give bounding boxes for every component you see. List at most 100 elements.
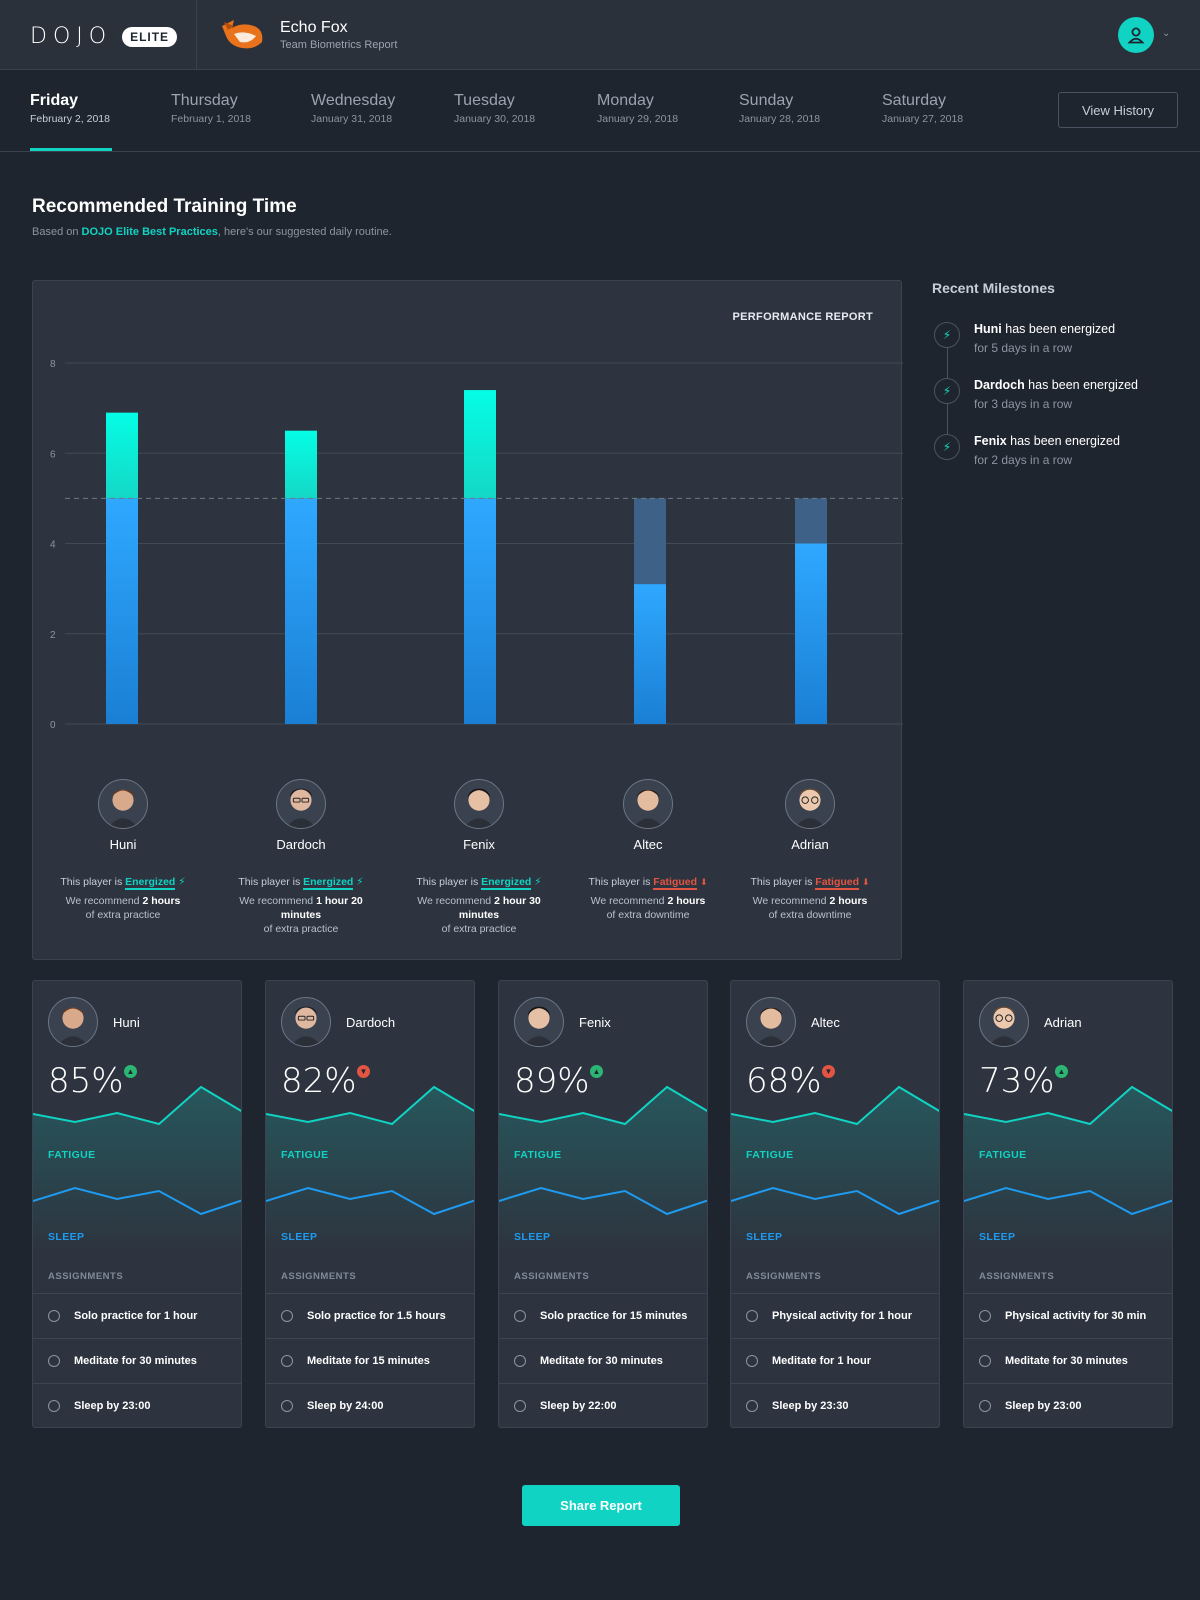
checkbox[interactable] xyxy=(48,1355,60,1367)
user-avatar[interactable] xyxy=(1118,17,1154,53)
view-history-button[interactable]: View History xyxy=(1058,92,1178,128)
player-avatar[interactable] xyxy=(623,779,673,829)
status-state: Energized xyxy=(125,876,176,890)
checkbox[interactable] xyxy=(979,1310,991,1322)
player-name: Dardoch xyxy=(346,1015,396,1030)
player-name: Huni xyxy=(113,1015,140,1030)
active-tab-indicator xyxy=(30,148,112,151)
player-status: This player is Energized ⚡ xyxy=(399,876,559,890)
player-status: This player is Fatigued ⬇ xyxy=(568,876,728,890)
assignment-item[interactable]: Sleep by 23:00 xyxy=(964,1383,1172,1427)
assignment-item[interactable]: Sleep by 24:00 xyxy=(266,1383,474,1427)
avatar-icon xyxy=(57,1007,89,1046)
fatigue-label: FATIGUE xyxy=(48,1149,96,1161)
avatar-icon xyxy=(988,1006,1020,1046)
tab-wednesday[interactable]: Wednesday January 31, 2018 xyxy=(311,92,395,125)
subtitle-suffix: , here's our suggested daily routine. xyxy=(217,226,392,238)
assignment-item[interactable]: Solo practice for 1.5 hours xyxy=(266,1293,474,1338)
checkbox[interactable] xyxy=(979,1355,991,1367)
status-prefix: This player is xyxy=(416,876,482,888)
checkbox[interactable] xyxy=(746,1310,758,1322)
tab-friday[interactable]: Friday February 2, 2018 xyxy=(30,92,110,125)
dojo-logo[interactable]: DOJO ELITE xyxy=(30,24,178,49)
player-avatar[interactable] xyxy=(281,997,331,1047)
player-column: Huni This player is Energized ⚡ We recom… xyxy=(43,779,203,922)
tab-day-name: Tuesday xyxy=(454,92,515,109)
tab-day-name: Friday xyxy=(30,92,79,109)
player-name: Dardoch xyxy=(276,837,326,852)
assignment-item[interactable]: Meditate for 30 minutes xyxy=(499,1338,707,1383)
player-avatar[interactable] xyxy=(48,997,98,1047)
milestone-text: Fenix has been energized xyxy=(974,434,1182,448)
player-avatar[interactable] xyxy=(979,997,1029,1047)
share-report-button[interactable]: Share Report xyxy=(522,1485,680,1526)
checkbox[interactable] xyxy=(979,1400,991,1412)
tab-day-name: Monday xyxy=(597,92,654,109)
assignments-label: ASSIGNMENTS xyxy=(514,1271,590,1282)
assignment-label: Solo practice for 1 hour xyxy=(74,1310,198,1322)
assignment-item[interactable]: Meditate for 1 hour xyxy=(731,1338,939,1383)
player-avatar[interactable] xyxy=(276,779,326,829)
tab-monday[interactable]: Monday January 29, 2018 xyxy=(597,92,678,125)
tab-tuesday[interactable]: Tuesday January 30, 2018 xyxy=(454,92,535,125)
assignment-label: Meditate for 30 minutes xyxy=(540,1355,663,1367)
assignments-label: ASSIGNMENTS xyxy=(979,1271,1055,1282)
player-avatar[interactable] xyxy=(785,779,835,829)
assignment-item[interactable]: Solo practice for 15 minutes xyxy=(499,1293,707,1338)
tab-saturday[interactable]: Saturday January 27, 2018 xyxy=(882,92,963,125)
tab-thursday[interactable]: Thursday February 1, 2018 xyxy=(171,92,251,125)
checkbox[interactable] xyxy=(281,1400,293,1412)
milestones-title: Recent Milestones xyxy=(932,280,1055,296)
assignment-label: Meditate for 30 minutes xyxy=(74,1355,197,1367)
trend-up-icon: ▲ xyxy=(1055,1065,1068,1078)
assignment-label: Meditate for 15 minutes xyxy=(307,1355,430,1367)
checkbox[interactable] xyxy=(281,1310,293,1322)
checkbox[interactable] xyxy=(746,1355,758,1367)
checkbox[interactable] xyxy=(281,1355,293,1367)
user-icon xyxy=(1127,27,1145,44)
player-avatar[interactable] xyxy=(514,997,564,1047)
checkbox[interactable] xyxy=(514,1355,526,1367)
bar-base-huni xyxy=(106,498,138,724)
checkbox[interactable] xyxy=(514,1400,526,1412)
tab-sunday[interactable]: Sunday January 28, 2018 xyxy=(739,92,820,125)
best-practices-link[interactable]: DOJO Elite Best Practices xyxy=(82,226,218,238)
rec-suffix: of extra practice xyxy=(263,923,339,935)
assignment-item[interactable]: Sleep by 23:00 xyxy=(33,1383,241,1427)
assignment-item[interactable]: Sleep by 22:00 xyxy=(499,1383,707,1427)
player-column: Fenix This player is Energized ⚡ We reco… xyxy=(399,779,559,936)
assignment-item[interactable]: Meditate for 30 minutes xyxy=(964,1338,1172,1383)
rec-prefix: We recommend xyxy=(417,895,495,907)
checkbox[interactable] xyxy=(48,1310,60,1322)
tab-day-date: February 2, 2018 xyxy=(30,113,110,125)
bar-extra-adrian xyxy=(795,498,827,544)
performance-chart-panel: 0 2 4 6 8 PERFORMANCE REPORT Huni This playe… xyxy=(32,280,903,960)
logo-word: DOJO xyxy=(30,24,113,49)
player-avatar[interactable] xyxy=(746,997,796,1047)
status-prefix: This player is xyxy=(238,876,304,888)
y-tick-label: 0 xyxy=(50,720,56,731)
player-avatar[interactable] xyxy=(98,779,148,829)
assignment-item[interactable]: Sleep by 23:30 xyxy=(731,1383,939,1427)
assignment-item[interactable]: Physical activity for 30 min xyxy=(964,1293,1172,1338)
assignment-item[interactable]: Physical activity for 1 hour xyxy=(731,1293,939,1338)
tab-day-date: January 29, 2018 xyxy=(597,113,679,125)
rec-prefix: We recommend xyxy=(65,895,143,907)
assignment-label: Meditate for 30 minutes xyxy=(1005,1355,1128,1367)
bar-base-altec xyxy=(634,584,666,724)
assignment-item[interactable]: Meditate for 30 minutes xyxy=(33,1338,241,1383)
checkbox[interactable] xyxy=(514,1310,526,1322)
tab-day-name: Sunday xyxy=(739,92,794,109)
arrow-down-icon: ⬇ xyxy=(699,877,708,887)
player-avatar[interactable] xyxy=(454,779,504,829)
assignment-item[interactable]: Meditate for 15 minutes xyxy=(266,1338,474,1383)
chevron-down-icon[interactable]: ⌄ xyxy=(1162,28,1170,39)
assignment-item[interactable]: Solo practice for 1 hour xyxy=(33,1293,241,1338)
trend-down-icon: ▼ xyxy=(357,1065,370,1078)
assignment-list: Solo practice for 1.5 hours Meditate for… xyxy=(266,1293,474,1427)
player-card: Adrian 73% ▲ FATIGUE SLEEP ASSIGNMENTS P… xyxy=(963,980,1173,1428)
checkbox[interactable] xyxy=(746,1400,758,1412)
assignment-label: Solo practice for 15 minutes xyxy=(540,1310,688,1322)
fatigue-label: FATIGUE xyxy=(979,1149,1027,1161)
checkbox[interactable] xyxy=(48,1400,60,1412)
